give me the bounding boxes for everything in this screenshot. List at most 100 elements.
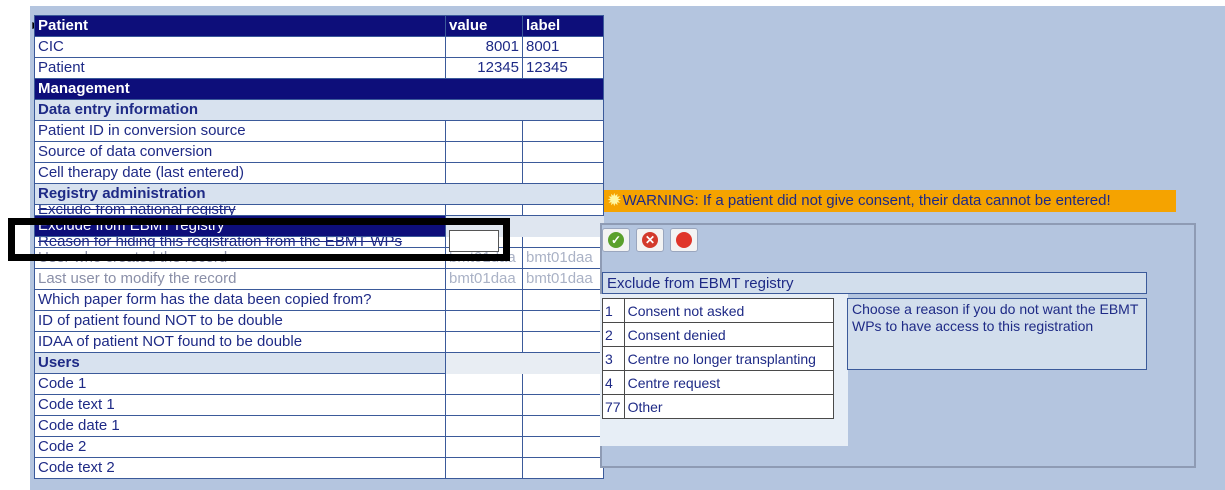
option-label[interactable]: Centre no longer transplanting: [623, 346, 834, 371]
subsection-title: Users: [34, 352, 446, 374]
row-label-value: [522, 394, 604, 416]
warning-star-icon: ✹: [608, 192, 621, 209]
row-value[interactable]: [445, 120, 523, 142]
row-label: Source of data conversion: [34, 141, 446, 163]
row-value[interactable]: 12345: [445, 57, 523, 79]
stop-icon: [676, 232, 692, 248]
table-row[interactable]: Code 1: [34, 373, 604, 395]
subsection-title: Data entry information: [34, 99, 604, 121]
subsection-users: Users: [34, 352, 604, 374]
row-label-value: [522, 373, 604, 395]
row-value[interactable]: [445, 457, 523, 479]
row-value[interactable]: [445, 373, 523, 395]
table-row[interactable]: Code 2: [34, 436, 604, 458]
cancel-button[interactable]: ✕: [636, 228, 664, 252]
table-row[interactable]: Code text 2: [34, 457, 604, 479]
row-label-value: [522, 331, 604, 353]
row-label: Code 2: [34, 436, 446, 458]
option-label[interactable]: Consent not asked: [623, 298, 834, 323]
row-value[interactable]: [445, 394, 523, 416]
table-row[interactable]: Exclude from national registry: [34, 204, 604, 216]
row-value[interactable]: [445, 162, 523, 184]
row-label: Code text 2: [34, 457, 446, 479]
option-item[interactable]: 1 Consent not asked: [602, 298, 834, 323]
table-row[interactable]: Which paper form has the data been copie…: [34, 289, 604, 311]
row-label: Code 1: [34, 373, 446, 395]
row-label-value: [522, 236, 604, 248]
row-value[interactable]: [445, 436, 523, 458]
row-value[interactable]: [445, 415, 523, 437]
row-value: bmt01daa: [445, 268, 523, 290]
row-label-value: [522, 415, 604, 437]
option-item[interactable]: 77 Other: [602, 394, 834, 419]
cancel-icon: ✕: [642, 232, 658, 248]
column-header-label[interactable]: label: [522, 15, 604, 37]
option-code: 1: [602, 298, 625, 323]
annotation-highlight-box: [8, 218, 510, 261]
row-value[interactable]: [445, 331, 523, 353]
row-label: ID of patient found NOT to be double: [34, 310, 446, 332]
ok-button[interactable]: ✓: [602, 228, 630, 252]
table-row[interactable]: ID of patient found NOT to be double: [34, 310, 604, 332]
row-label-value: [522, 215, 604, 237]
option-label[interactable]: Other: [623, 394, 834, 419]
help-text-box: Choose a reason if you do not want the E…: [847, 298, 1147, 370]
option-item[interactable]: 2 Consent denied: [602, 322, 834, 347]
column-header-value[interactable]: value: [445, 15, 523, 37]
warning-text: WARNING: If a patient did not give conse…: [622, 192, 1111, 209]
row-value[interactable]: [445, 289, 523, 311]
table-row[interactable]: Patient ID in conversion source: [34, 120, 604, 142]
section-title: Management: [34, 78, 604, 100]
option-code: 3: [602, 346, 625, 371]
table-row[interactable]: Patient 12345 12345: [34, 57, 604, 79]
option-code: 77: [602, 394, 625, 419]
row-label: Patient: [34, 57, 446, 79]
row-label: Patient ID in conversion source: [34, 120, 446, 142]
row-label: Exclude from national registry: [34, 204, 446, 216]
row-label: Code date 1: [34, 415, 446, 437]
popup-title: Exclude from EBMT registry: [602, 272, 1147, 294]
table-row[interactable]: Source of data conversion: [34, 141, 604, 163]
table-row[interactable]: CIC 8001 8001: [34, 36, 604, 58]
table-row[interactable]: Code text 1: [34, 394, 604, 416]
option-code: 4: [602, 370, 625, 395]
row-label: Code text 1: [34, 394, 446, 416]
row-label: IDAA of patient NOT found to be double: [34, 331, 446, 353]
row-label-value: [522, 204, 604, 216]
subsection-data-entry: Data entry information: [34, 99, 604, 121]
row-label-value: bmt01daa: [522, 268, 604, 290]
subsection-registry-admin: Registry administration: [34, 183, 604, 205]
row-label: Cell therapy date (last entered): [34, 162, 446, 184]
row-label-value: [522, 289, 604, 311]
row-label-value: [522, 141, 604, 163]
option-item[interactable]: 3 Centre no longer transplanting: [602, 346, 834, 371]
row-label: Last user to modify the record: [34, 268, 446, 290]
option-label[interactable]: Consent denied: [623, 322, 834, 347]
table-row[interactable]: Last user to modify the record bmt01daa …: [34, 268, 604, 290]
table-row[interactable]: Code date 1: [34, 415, 604, 437]
table-row[interactable]: Cell therapy date (last entered): [34, 162, 604, 184]
row-label-value: bmt01daa: [522, 247, 604, 269]
subsection-title: Registry administration: [34, 183, 604, 205]
row-value[interactable]: 8001: [445, 36, 523, 58]
ok-icon: ✓: [608, 232, 624, 248]
row-label: CIC: [34, 36, 446, 58]
row-label-value: [522, 310, 604, 332]
option-label[interactable]: Centre request: [623, 370, 834, 395]
option-item[interactable]: 4 Centre request: [602, 370, 834, 395]
row-label-value: [522, 162, 604, 184]
reason-options-list: 1 Consent not asked 2 Consent denied 3 C…: [602, 298, 834, 419]
popup-button-row: ✓ ✕: [602, 228, 704, 252]
column-header-patient[interactable]: Patient: [34, 15, 446, 37]
row-label: Which paper form has the data been copie…: [34, 289, 446, 311]
grid-header-row: Patient value label: [34, 15, 604, 37]
section-header-management: Management: [34, 78, 604, 100]
row-label-value: [522, 120, 604, 142]
row-value[interactable]: [445, 141, 523, 163]
row-value[interactable]: [445, 204, 523, 216]
row-value[interactable]: [445, 310, 523, 332]
row-label-value: 12345: [522, 57, 604, 79]
row-label-value: [522, 436, 604, 458]
stop-button[interactable]: [670, 228, 698, 252]
table-row[interactable]: IDAA of patient NOT found to be double: [34, 331, 604, 353]
